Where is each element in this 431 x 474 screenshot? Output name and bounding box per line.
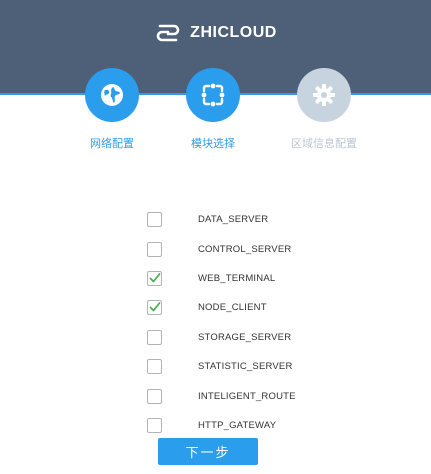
module-label: CONTROL_SERVER bbox=[198, 243, 292, 255]
module-label: INTELIGENT_ROUTE bbox=[198, 390, 296, 402]
brand: ZHICLOUD bbox=[0, 20, 431, 46]
step-1-circle[interactable] bbox=[85, 68, 139, 122]
module-select-icon bbox=[201, 83, 225, 107]
checkbox-http-gateway[interactable] bbox=[147, 417, 162, 433]
module-item-node-client[interactable]: NODE_CLIENT bbox=[147, 293, 347, 322]
module-item-statistic-server[interactable]: STATISTIC_SERVER bbox=[147, 352, 347, 381]
step-region-config[interactable]: 区域信息配置 bbox=[291, 68, 357, 151]
module-label: STATISTIC_SERVER bbox=[198, 361, 293, 373]
module-label: STORAGE_SERVER bbox=[198, 331, 292, 343]
module-label: DATA_SERVER bbox=[198, 214, 269, 226]
checkbox-statistic-server[interactable] bbox=[147, 359, 162, 375]
checkbox-data-server[interactable] bbox=[147, 212, 162, 228]
module-label: WEB_TERMINAL bbox=[198, 272, 276, 284]
module-item-web-terminal[interactable]: WEB_TERMINAL bbox=[147, 264, 347, 293]
step-3-label: 区域信息配置 bbox=[291, 138, 357, 150]
module-item-data-server[interactable]: DATA_SERVER bbox=[147, 205, 347, 234]
gear-icon bbox=[313, 84, 335, 106]
checkmark-icon bbox=[149, 302, 161, 312]
checkbox-web-terminal[interactable] bbox=[147, 270, 162, 286]
checkbox-node-client[interactable] bbox=[147, 300, 162, 316]
step-3-circle[interactable] bbox=[297, 68, 351, 122]
module-item-http-gateway[interactable]: HTTP_GATEWAY bbox=[147, 411, 347, 440]
module-item-inteligent-route[interactable]: INTELIGENT_ROUTE bbox=[147, 381, 347, 410]
step-module-select[interactable]: 模块选择 bbox=[183, 68, 243, 151]
step-2-circle[interactable] bbox=[186, 68, 240, 122]
checkbox-control-server[interactable] bbox=[147, 241, 162, 257]
module-label: HTTP_GATEWAY bbox=[198, 419, 277, 431]
checkbox-inteligent-route[interactable] bbox=[147, 388, 162, 404]
step-network-config[interactable]: 网络配置 bbox=[82, 68, 142, 151]
step-2-label: 模块选择 bbox=[191, 138, 235, 150]
module-label: NODE_CLIENT bbox=[198, 302, 267, 314]
brand-name: ZHICLOUD bbox=[190, 24, 277, 41]
module-list: DATA_SERVER CONTROL_SERVER WEB_TERMINAL … bbox=[147, 205, 347, 440]
checkbox-storage-server[interactable] bbox=[147, 329, 162, 345]
module-item-storage-server[interactable]: STORAGE_SERVER bbox=[147, 323, 347, 352]
next-step-button[interactable]: 下一步 bbox=[158, 438, 258, 465]
globe-icon bbox=[101, 84, 123, 106]
step-1-label: 网络配置 bbox=[90, 138, 134, 150]
module-item-control-server[interactable]: CONTROL_SERVER bbox=[147, 234, 347, 263]
checkmark-icon bbox=[149, 273, 161, 283]
cloud-link-logo bbox=[156, 24, 180, 42]
